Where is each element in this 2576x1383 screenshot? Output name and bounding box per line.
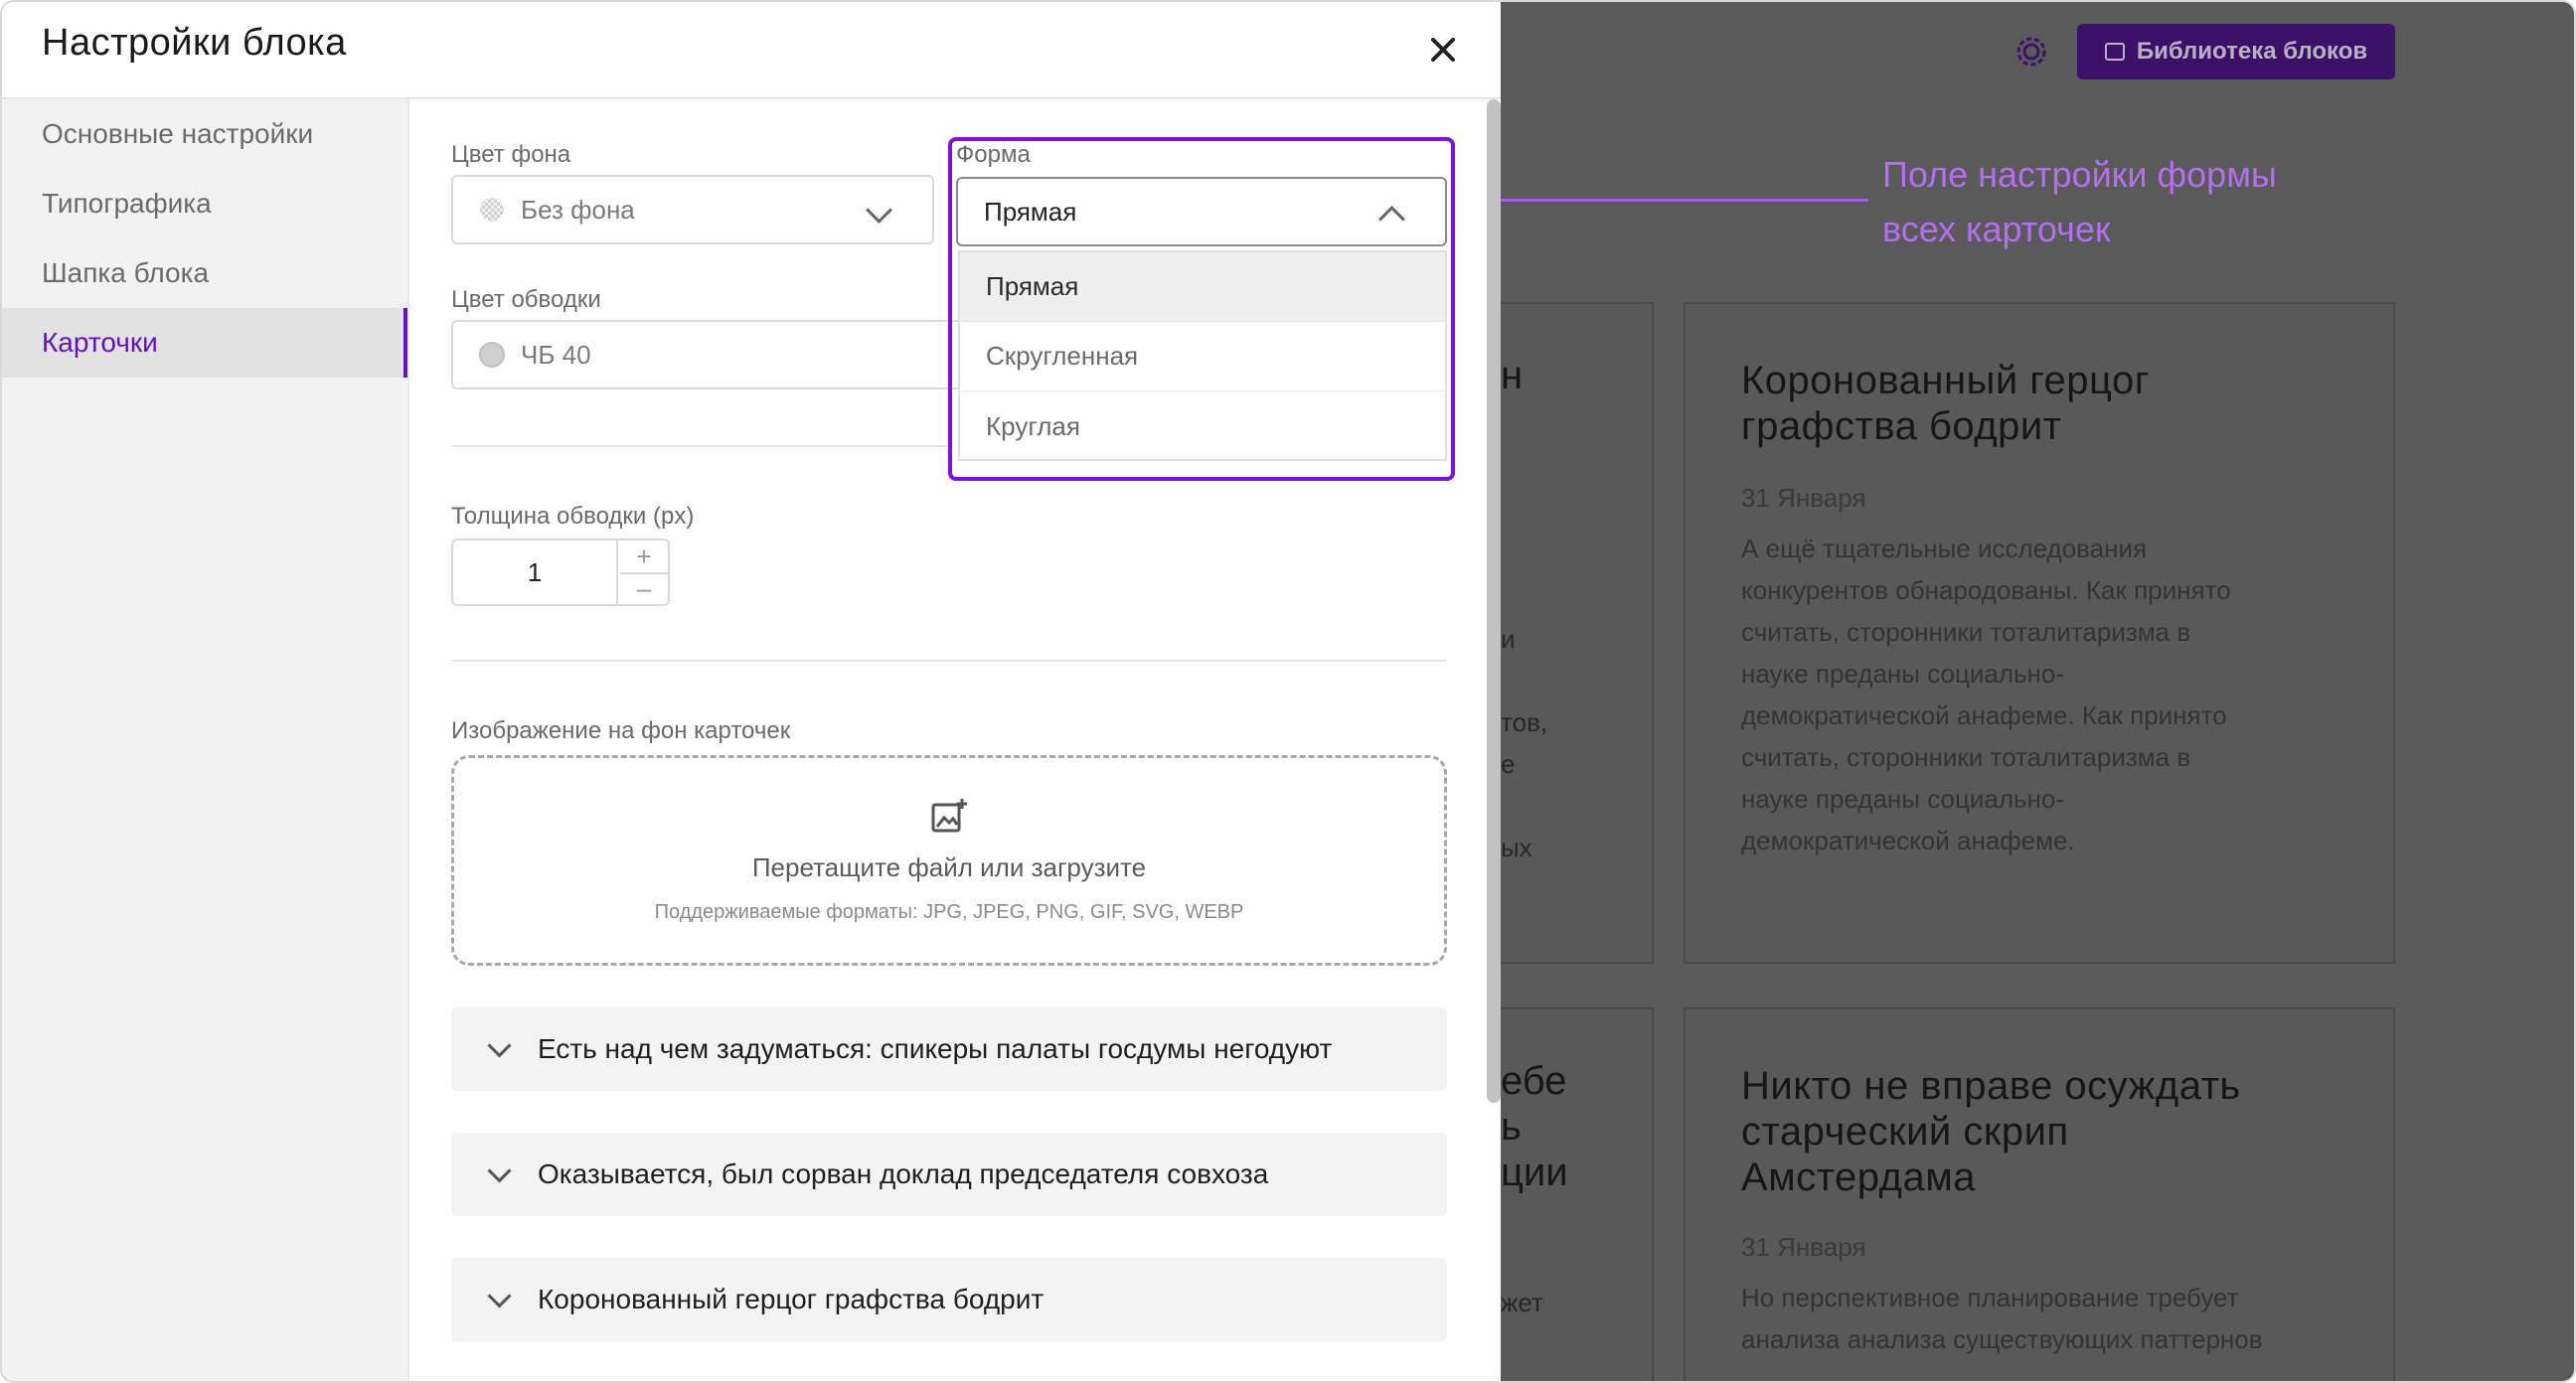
modal-header: Настройки блока [2,2,1501,99]
card-fragment: тов, [1501,707,1548,737]
scrollbar[interactable] [1487,99,1501,1103]
border-color-value: ЧБ 40 [521,339,591,370]
card-title: Никто не вправе осуждать старческий скрип… [1741,1064,2241,1199]
background-card-2: Никто не вправе осуждать старческий скрип… [1684,1007,2395,1381]
library-button: Библиотека блоков [2077,24,2395,79]
annotation-line [1467,199,1868,202]
annotation-text: Поле настройки формы всех карточек [1882,154,2277,249]
bg-color-label: Цвет фона [451,141,571,168]
background-card-1: Коронованный герцог графства бодрит 31 Ян… [1684,302,2395,964]
card-fragment: и [1501,624,1516,654]
card-title: Коронованный герцог графства бодрит [1741,359,2150,448]
card-fragment: е [1501,749,1516,779]
border-color-select[interactable]: ЧБ 40 [451,320,988,389]
card-fragment: ых [1501,833,1532,862]
sidebar-item-typography[interactable]: Типографика [2,169,407,238]
chevron-down-icon [866,197,892,224]
card-text: Но перспективное планирование требует ан… [1741,1283,2263,1354]
card-fragment: ебе [1501,1059,1567,1103]
decrement-button[interactable]: – [620,572,668,604]
chevron-down-icon [487,1032,512,1058]
divider [451,660,1447,662]
library-button-label: Библиотека блоков [2136,38,2368,65]
card-date: 31 Января [1741,1232,1866,1262]
chevron-down-icon [487,1283,512,1308]
add-image-icon [931,799,967,833]
upload-formats-text: Поддерживаемые форматы: JPG, JPEG, PNG, … [654,901,1244,923]
annotation-highlight-box [948,137,1455,481]
border-color-label: Цвет обводки [451,286,601,313]
card-date: 31 Января [1741,483,1866,513]
accordion-item[interactable]: Коронованный герцог графства бодрит [451,1258,1447,1341]
bg-color-select[interactable]: Без фона [451,175,934,244]
accordion-item[interactable]: Есть над чем задуматься: спикеры палаты … [451,1007,1447,1091]
sidebar-item-cards[interactable]: Карточки [2,308,407,378]
border-width-stepper: 1 + – [451,538,670,606]
window-frame: Библиотека блоков Коронованный герцог гра… [0,0,2576,1383]
transparent-swatch-icon [480,198,504,222]
close-icon[interactable] [1417,24,1469,76]
increment-button[interactable]: + [620,540,668,574]
sidebar-item-basic[interactable]: Основные настройки [2,99,407,169]
bg-color-value: Без фона [521,194,635,225]
modal-title: Настройки блока [42,22,347,64]
upload-main-text: Перетащите файл или загрузите [751,852,1147,882]
border-width-value[interactable]: 1 [453,540,618,604]
card-fragment: н [1501,354,1524,397]
chevron-down-icon [487,1157,512,1183]
accordion-title: Оказывается, был сорван доклад председат… [538,1158,1269,1189]
image-upload-dropzone[interactable]: Перетащите файл или загрузите Поддержива… [451,755,1447,966]
image-icon [2104,43,2125,61]
border-width-label: Толщина обводки (px) [451,503,695,530]
card-fragment: ции [1501,1151,1568,1194]
card-text: А ещё тщательные исследования конкуренто… [1741,534,2231,855]
image-label: Изображение на фон карточек [451,717,791,744]
gear-icon [2016,37,2046,67]
card-fragment: ь [1501,1105,1522,1149]
divider [451,445,948,447]
accordion-title: Коронованный герцог графства бодрит [538,1284,1045,1314]
card-fragment: жет [1501,1288,1543,1317]
settings-sidebar: Основные настройки Типографика Шапка бло… [2,99,409,1381]
accordion-item[interactable]: Оказывается, был сорван доклад председат… [451,1133,1447,1216]
accordion-title: Есть над чем задуматься: спикеры палаты … [538,1033,1333,1064]
sidebar-item-block-header[interactable]: Шапка блока [2,238,407,308]
color-swatch-icon [479,342,505,368]
